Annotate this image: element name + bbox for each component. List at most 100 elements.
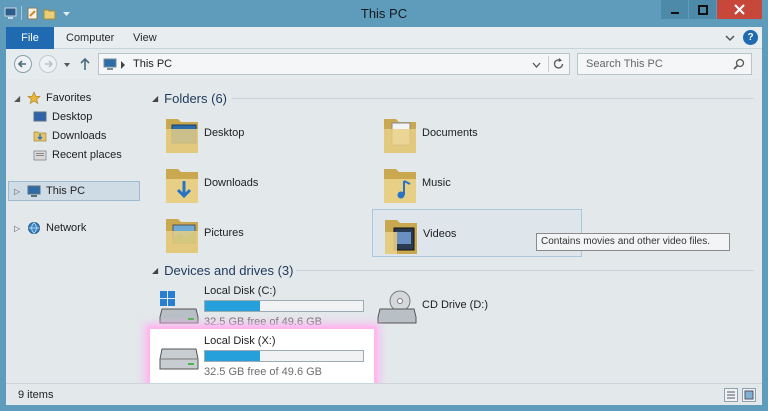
- drive-free-space: 32.5 GB free of 49.6 GB: [204, 366, 323, 378]
- title-bar: This PC: [0, 0, 768, 27]
- recent-places-icon: [33, 150, 47, 161]
- nav-favorites[interactable]: ◢ Favorites: [14, 89, 91, 107]
- drive-name: Local Disk (C:): [204, 285, 277, 297]
- group-divider: [232, 98, 754, 99]
- details-view-button[interactable]: [724, 388, 738, 402]
- nav-item-label: Recent places: [52, 149, 122, 161]
- folder-downloads[interactable]: Downloads: [154, 159, 364, 207]
- folder-pictures-icon: [166, 219, 198, 253]
- tab-file[interactable]: File: [6, 27, 54, 49]
- window-controls: [661, 0, 762, 19]
- folder-downloads-icon: [166, 169, 198, 203]
- drives-group-title: Devices and drives (3): [164, 262, 294, 278]
- folder-documents-icon: [384, 119, 416, 153]
- close-icon: [734, 4, 745, 15]
- status-bar: 9 items: [6, 383, 762, 405]
- breadcrumb-arrow-icon[interactable]: [120, 61, 126, 69]
- cd-drive-icon: [377, 290, 417, 324]
- explorer-window: This PC File Computer View ? This PC Sea…: [0, 0, 768, 411]
- folders-group-title: Folders (6): [164, 90, 228, 106]
- tiles-view-icon: [744, 390, 754, 400]
- nav-network-label: Network: [46, 222, 87, 234]
- system-drive-icon: [159, 291, 199, 324]
- nav-item-label: Downloads: [52, 130, 107, 142]
- nav-favorites-label: Favorites: [46, 92, 92, 104]
- drive-x[interactable]: Local Disk (X:) 32.5 GB free of 49.6 GB: [154, 333, 374, 381]
- drive-c[interactable]: Local Disk (C:) 32.5 GB free of 49.6 GB: [154, 283, 374, 331]
- search-input[interactable]: Search This PC: [586, 58, 663, 70]
- expand-icon[interactable]: ▷: [14, 224, 22, 233]
- drive-usage-bar: [204, 350, 364, 362]
- downloads-icon: [33, 131, 47, 142]
- drive-usage-bar: [204, 300, 364, 312]
- hard-drive-icon: [159, 348, 199, 370]
- back-button[interactable]: [14, 55, 32, 73]
- nav-item-label: Desktop: [52, 111, 93, 123]
- folder-label: Documents: [422, 127, 478, 139]
- nav-item-recent-places[interactable]: Recent places: [33, 146, 122, 164]
- minimize-button[interactable]: [661, 0, 688, 19]
- tiles-view-button[interactable]: [742, 388, 756, 402]
- back-arrow-icon: [17, 60, 26, 68]
- drive-free-space: 32.5 GB free of 49.6 GB: [204, 316, 323, 328]
- network-icon: [28, 222, 40, 234]
- nav-this-pc[interactable]: ▷ This PC: [14, 182, 85, 200]
- folder-documents[interactable]: Documents: [372, 109, 582, 157]
- folder-music-icon: [384, 169, 416, 203]
- folder-videos-icon: [385, 220, 417, 254]
- navigation-pane: ◢ Favorites Desktop Downloads Recent pla…: [6, 79, 142, 383]
- maximize-icon: [697, 4, 708, 15]
- collapse-icon[interactable]: ◢: [152, 266, 158, 275]
- ribbon-tabs: File Computer View ?: [6, 27, 762, 49]
- breadcrumb[interactable]: This PC: [133, 58, 172, 70]
- drive-name: CD Drive (D:): [422, 299, 488, 311]
- address-separator: [548, 56, 549, 72]
- this-pc-icon: [27, 185, 41, 197]
- drive-usage-fill: [205, 301, 260, 311]
- drive-name: Local Disk (X:): [204, 335, 276, 347]
- drive-d[interactable]: CD Drive (D:): [372, 283, 572, 331]
- address-bar[interactable]: This PC: [98, 53, 570, 75]
- folder-pictures[interactable]: Pictures: [154, 209, 364, 257]
- minimize-icon: [670, 11, 679, 14]
- address-dropdown-icon[interactable]: [532, 61, 541, 69]
- tab-computer[interactable]: Computer: [66, 27, 114, 49]
- content-pane: ◢ Folders (6) Desktop Documents Download…: [146, 79, 762, 385]
- tooltip: Contains movies and other video files.: [536, 233, 730, 251]
- star-icon: [27, 91, 41, 105]
- drive-usage-fill: [205, 351, 260, 361]
- folder-desktop[interactable]: Desktop: [154, 109, 364, 157]
- folder-label: Desktop: [204, 127, 245, 139]
- folder-label: Music: [422, 177, 451, 189]
- forward-button[interactable]: [39, 55, 57, 73]
- recent-locations-icon[interactable]: [63, 61, 71, 69]
- nav-this-pc-label: This PC: [46, 185, 86, 197]
- search-icon[interactable]: [733, 58, 745, 70]
- nav-item-desktop[interactable]: Desktop: [33, 108, 92, 126]
- view-switcher: [724, 388, 756, 402]
- up-arrow-icon[interactable]: [78, 56, 92, 72]
- help-icon[interactable]: ?: [743, 30, 758, 45]
- close-button[interactable]: [717, 0, 762, 19]
- expand-icon[interactable]: ▷: [14, 187, 22, 196]
- desktop-icon: [33, 111, 47, 122]
- nav-network[interactable]: ▷ Network: [14, 219, 86, 237]
- address-row: This PC Search This PC: [6, 49, 762, 79]
- folder-label: Videos: [423, 228, 457, 240]
- ribbon-controls: ?: [725, 30, 758, 45]
- collapse-icon[interactable]: ◢: [152, 94, 158, 103]
- group-divider: [296, 270, 754, 271]
- folders-group-header[interactable]: ◢ Folders (6): [152, 89, 227, 107]
- nav-item-downloads[interactable]: Downloads: [33, 127, 106, 145]
- drives-group-header[interactable]: ◢ Devices and drives (3): [152, 261, 293, 279]
- maximize-button[interactable]: [689, 0, 716, 19]
- collapse-icon[interactable]: ◢: [14, 94, 22, 103]
- tab-view[interactable]: View: [133, 27, 157, 49]
- refresh-icon[interactable]: [552, 57, 565, 71]
- window-title: This PC: [360, 6, 408, 21]
- folder-music[interactable]: Music: [372, 159, 582, 207]
- search-box[interactable]: Search This PC: [577, 53, 752, 75]
- expand-ribbon-icon[interactable]: [725, 33, 735, 43]
- forward-arrow-icon: [45, 60, 54, 68]
- folder-desktop-icon: [166, 119, 198, 153]
